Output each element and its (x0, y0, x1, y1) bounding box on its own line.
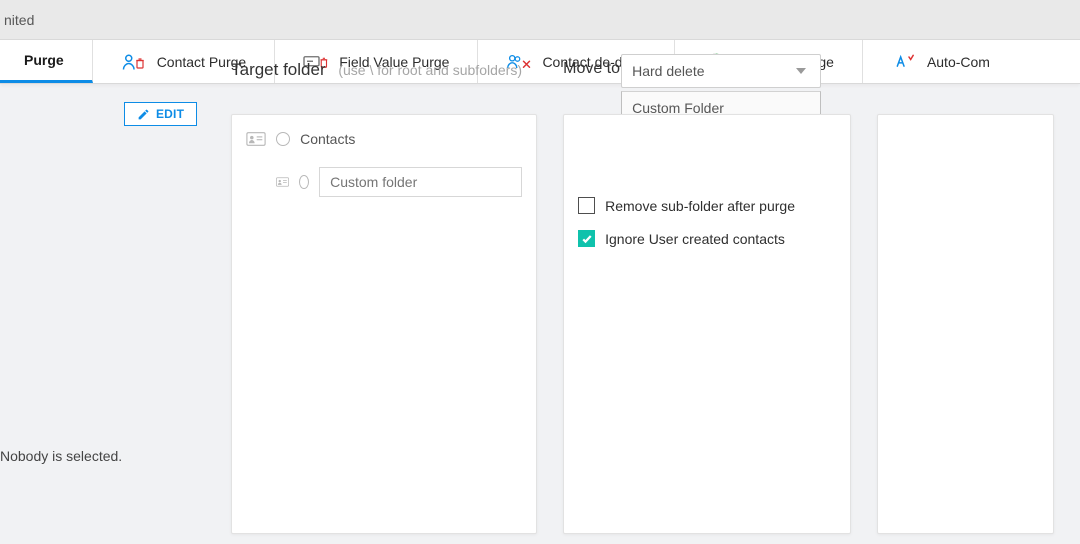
checkbox-ignore-user[interactable] (578, 230, 595, 247)
pencil-icon (137, 108, 150, 121)
radio-contacts[interactable] (276, 132, 290, 146)
checkbox-remove-label: Remove sub-folder after purge (605, 198, 795, 214)
main-area: EDIT Nobody is selected. Target folder (… (0, 84, 1080, 544)
checkbox-ignore-user-row[interactable]: Ignore User created contacts (578, 230, 836, 247)
move-to-selected: Hard delete (632, 63, 704, 79)
target-custom-row (276, 167, 522, 197)
edit-button-label: EDIT (156, 107, 184, 121)
target-folder-hint: (use \ for root and subfolders) (338, 62, 522, 78)
app-title-strip: nited (0, 0, 1080, 40)
contact-purge-icon (121, 53, 147, 71)
left-column: EDIT Nobody is selected. (0, 84, 205, 544)
edit-button[interactable]: EDIT (124, 102, 197, 126)
target-folder-title: Target folder (use \ for root and subfol… (231, 60, 522, 80)
app-title-fragment: nited (4, 12, 34, 28)
selection-empty-text: Nobody is selected. (0, 448, 197, 464)
auto-complete-icon (891, 53, 917, 71)
tab-bar: Purge Contact Purge Field Value Purge (0, 40, 1080, 84)
tab-label: Purge (24, 52, 64, 68)
contact-card-icon (246, 132, 266, 146)
target-root-label: Contacts (300, 131, 355, 147)
tab-auto-complete[interactable]: Auto-Com (863, 40, 1000, 83)
move-options-card: Remove sub-folder after purge Ignore Use… (563, 114, 851, 534)
target-root-row[interactable]: Contacts (246, 131, 522, 147)
move-to-display[interactable]: Hard delete (621, 54, 821, 88)
move-to-label: Move to (563, 60, 620, 78)
checkbox-remove-subfolder[interactable] (578, 197, 595, 214)
radio-custom[interactable] (299, 175, 309, 189)
extra-card (877, 114, 1054, 534)
contact-card-icon (276, 175, 289, 189)
custom-folder-input[interactable] (319, 167, 522, 197)
tab-folder-purge[interactable]: Purge (0, 40, 93, 83)
checkbox-remove-subfolder-row[interactable]: Remove sub-folder after purge (578, 197, 836, 214)
chevron-down-icon (796, 68, 806, 74)
checkbox-ignore-label: Ignore User created contacts (605, 231, 785, 247)
check-icon (581, 233, 593, 245)
tab-label: Auto-Com (927, 54, 990, 70)
target-folder-card: Contacts (231, 114, 537, 534)
